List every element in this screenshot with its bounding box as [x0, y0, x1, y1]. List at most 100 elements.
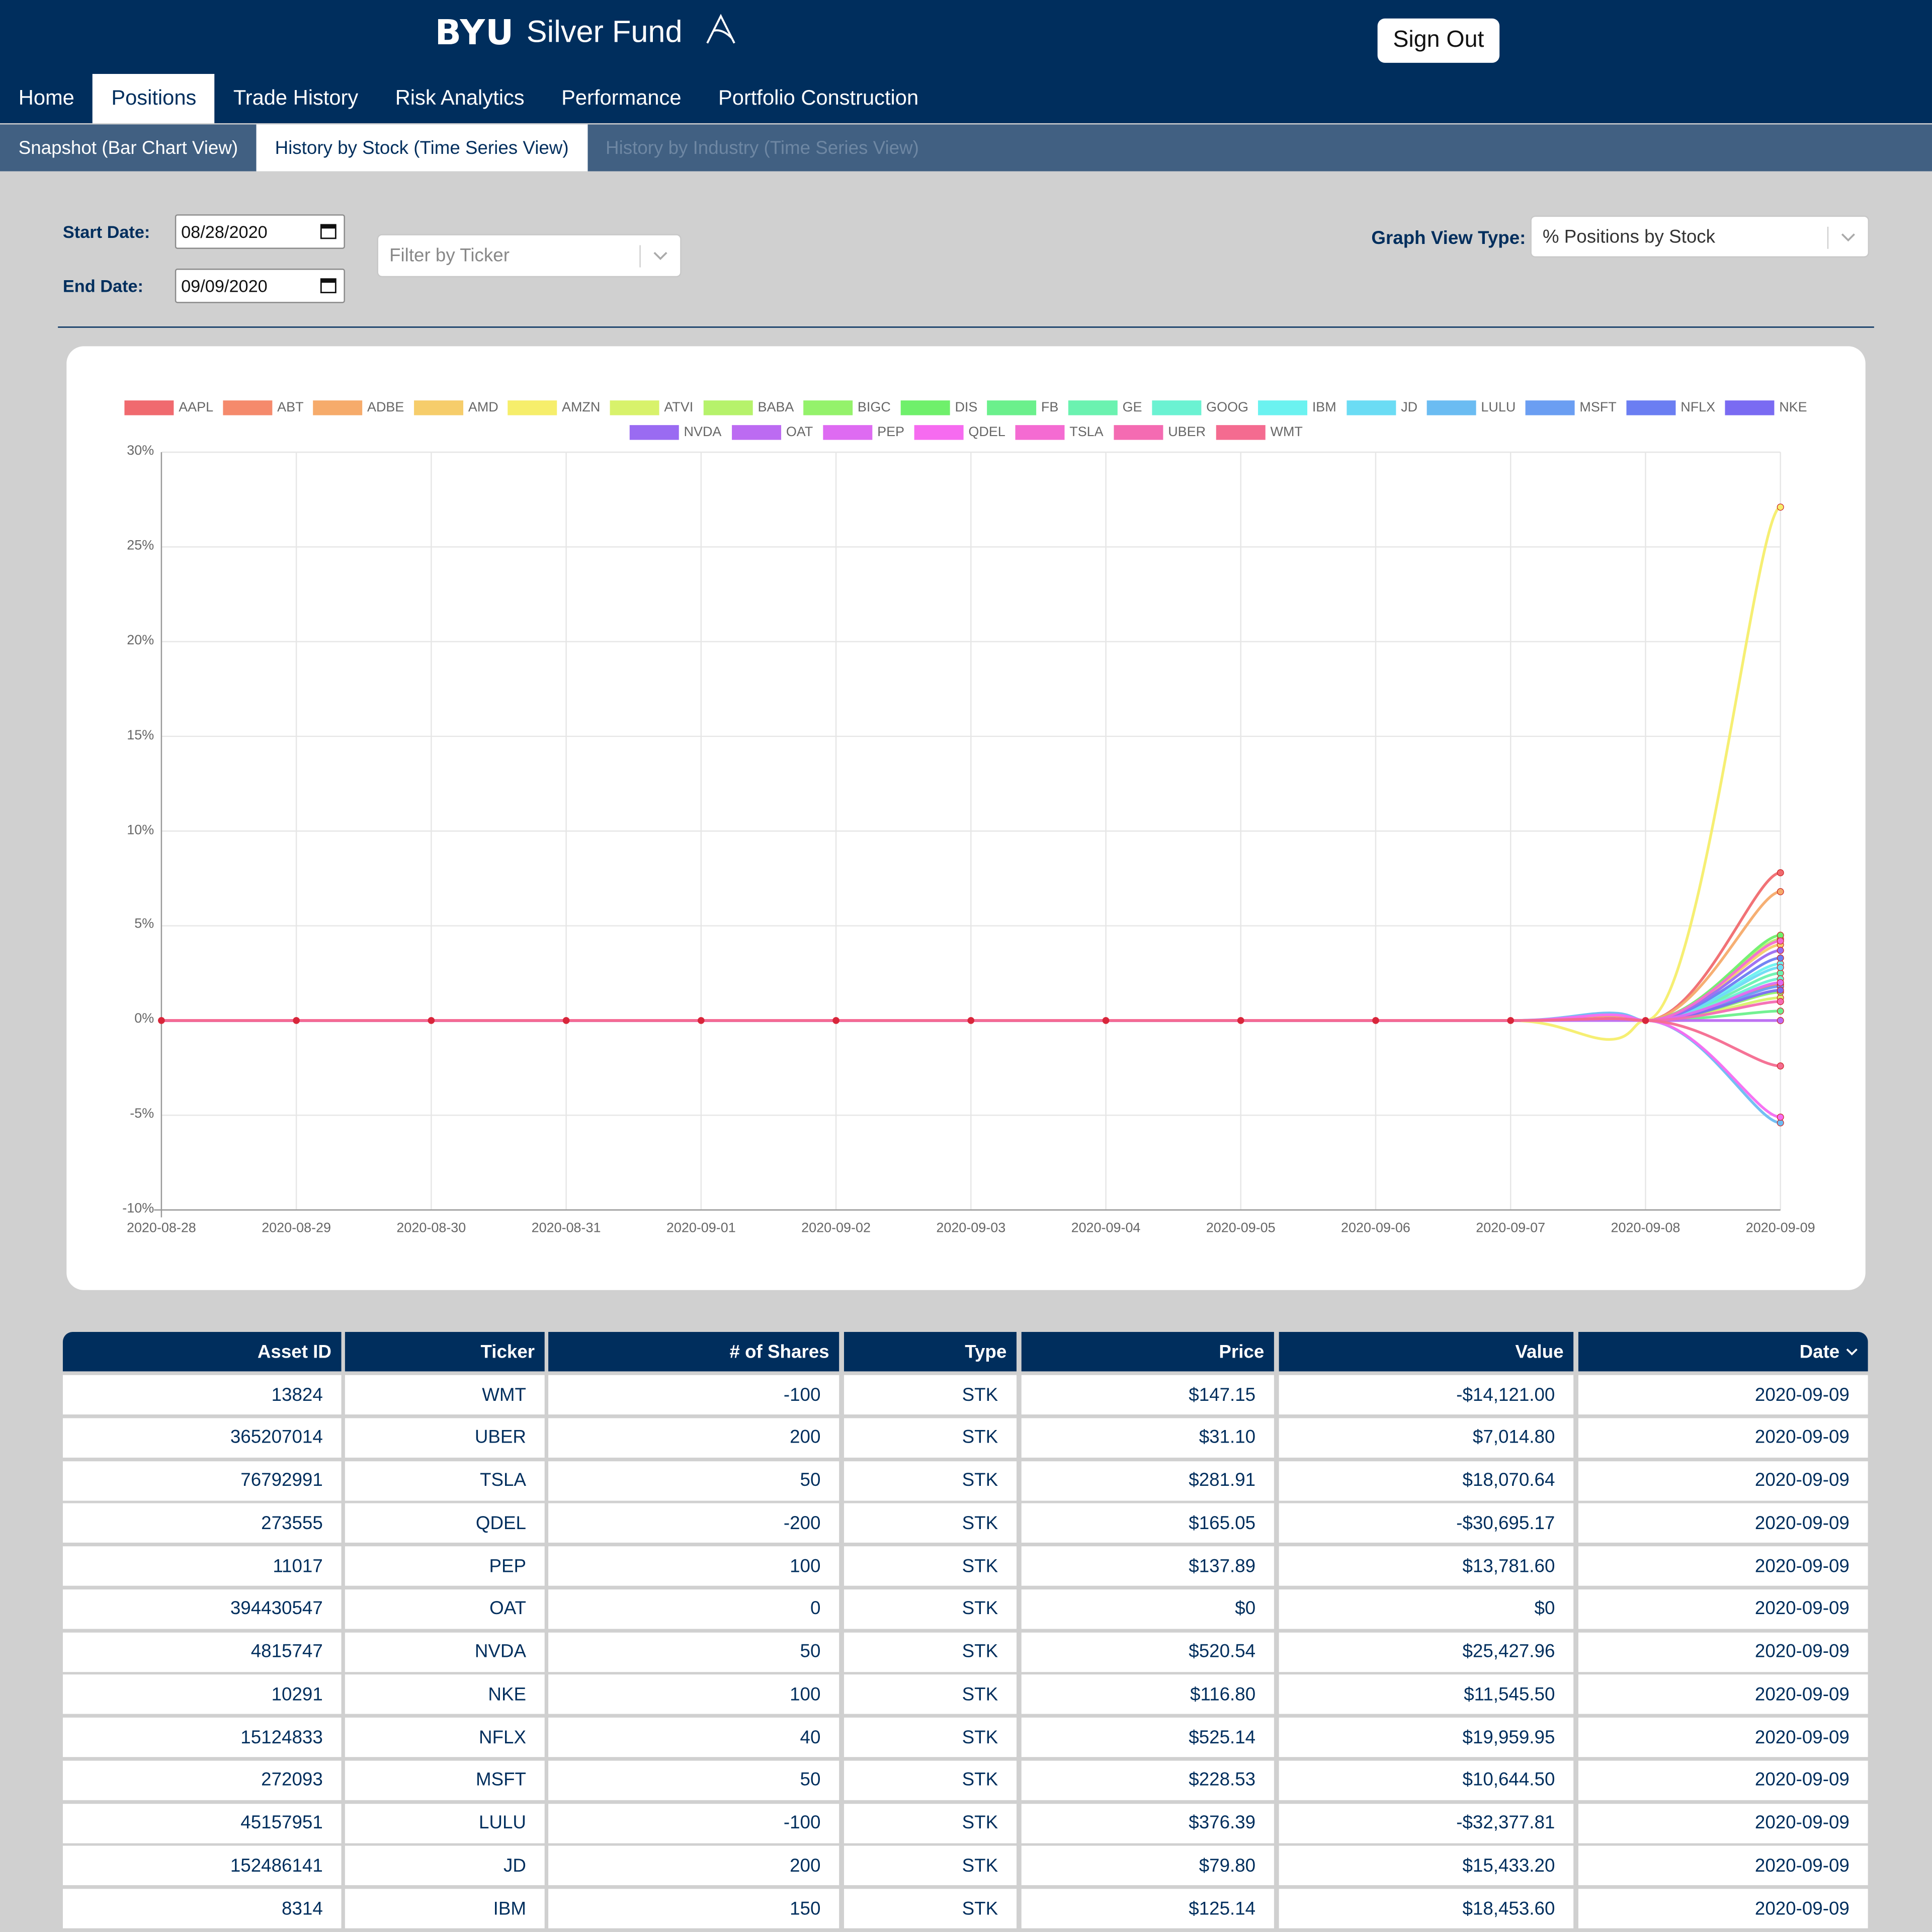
table-cell: -$14,121.00	[1279, 1375, 1574, 1415]
table-cell: 10291	[62, 1674, 342, 1715]
table-cell: 45157951	[62, 1803, 342, 1843]
section-divider	[58, 326, 1874, 328]
data-point	[1372, 1017, 1379, 1024]
series-point-uber	[1777, 998, 1784, 1005]
data-point	[697, 1017, 705, 1024]
series-point-nvda	[1777, 947, 1784, 954]
series-point-jd	[1777, 964, 1784, 971]
table-cell: 394430547	[62, 1589, 342, 1629]
table-cell: $13,781.60	[1279, 1546, 1574, 1586]
table-cell: 0	[548, 1589, 839, 1629]
column-header-asset-id[interactable]: Asset ID	[62, 1332, 342, 1372]
data-point	[1642, 1017, 1649, 1024]
fund-logo-icon	[705, 14, 737, 52]
table-cell: STK	[844, 1546, 1017, 1586]
table-cell: 100	[548, 1674, 839, 1715]
table-cell: $0	[1021, 1589, 1274, 1629]
column-header-of-shares[interactable]: # of Shares	[548, 1332, 839, 1372]
graph-view-select[interactable]: % Positions by Stock	[1530, 215, 1870, 258]
subtab-history-by-industry[interactable]: History by Industry (Time Series View)	[587, 124, 937, 171]
table-cell: STK	[844, 1803, 1017, 1843]
column-header-price[interactable]: Price	[1021, 1332, 1274, 1372]
subtab-snapshot[interactable]: Snapshot (Bar Chart View)	[0, 124, 257, 171]
series-point-amzn	[1777, 503, 1784, 511]
table-cell: LULU	[345, 1803, 545, 1843]
table-cell: $520.54	[1021, 1632, 1274, 1671]
start-date-input[interactable]: 08/28/2020	[175, 214, 345, 249]
data-point	[293, 1017, 300, 1024]
nav-tab-positions[interactable]: Positions	[93, 73, 215, 123]
select-separator	[1827, 226, 1829, 249]
calendar-icon[interactable]	[320, 223, 337, 239]
table-cell: -100	[548, 1803, 839, 1843]
ticker-filter-select[interactable]: Filter by Ticker	[377, 234, 682, 278]
table-cell: 2020-09-09	[1578, 1417, 1868, 1458]
data-point	[832, 1017, 839, 1024]
table-cell: STK	[844, 1717, 1017, 1757]
table-cell: STK	[844, 1632, 1017, 1671]
table-cell: MSFT	[345, 1760, 545, 1800]
table-cell: JD	[345, 1846, 545, 1886]
data-point	[158, 1017, 165, 1024]
table-cell: 2020-09-09	[1578, 1375, 1868, 1415]
table-cell: 2020-09-09	[1578, 1760, 1868, 1800]
line-chart[interactable]	[66, 346, 1865, 1290]
table-cell: $18,453.60	[1279, 1889, 1574, 1928]
calendar-icon[interactable]	[320, 277, 337, 294]
nav-tab-performance[interactable]: Performance	[543, 74, 700, 123]
series-point-fb	[1777, 1007, 1784, 1015]
column-header-label: # of Shares	[729, 1341, 829, 1363]
nav-tab-portfolio-construction[interactable]: Portfolio Construction	[700, 74, 937, 123]
table-cell: $15,433.20	[1279, 1846, 1574, 1886]
nav-tab-risk-analytics[interactable]: Risk Analytics	[377, 74, 543, 123]
column-header-label: Asset ID	[257, 1341, 331, 1363]
end-date-input[interactable]: 09/09/2020	[175, 269, 345, 303]
table-cell: $19,959.95	[1279, 1717, 1574, 1757]
column-header-label: Price	[1219, 1341, 1265, 1363]
brand-title: Silver Fund	[526, 15, 683, 49]
nav-tab-home[interactable]: Home	[0, 74, 93, 123]
chevron-down-icon[interactable]	[653, 249, 667, 261]
column-header-type[interactable]: Type	[844, 1332, 1017, 1372]
table-cell: STK	[844, 1889, 1017, 1928]
table-cell: NVDA	[345, 1632, 545, 1671]
series-point-tsla	[1777, 937, 1784, 945]
table-cell: $18,070.64	[1279, 1461, 1574, 1500]
table-cell: OAT	[345, 1589, 545, 1629]
graph-view-label: Graph View Type:	[1371, 228, 1526, 249]
subtab-history-by-stock[interactable]: History by Stock (Time Series View)	[256, 124, 587, 172]
table-cell: 2020-09-09	[1578, 1717, 1868, 1757]
table-cell: $137.89	[1021, 1546, 1274, 1586]
series-point-wmt	[1777, 1062, 1784, 1070]
table-cell: $228.53	[1021, 1760, 1274, 1800]
table-cell: STK	[844, 1417, 1017, 1458]
table-cell: 152486141	[62, 1846, 342, 1886]
table-cell: STK	[844, 1846, 1017, 1886]
table-cell: 365207014	[62, 1417, 342, 1458]
table-cell: 15124833	[62, 1717, 342, 1757]
column-header-ticker[interactable]: Ticker	[345, 1332, 545, 1372]
nav-tab-trade-history[interactable]: Trade History	[215, 74, 377, 123]
chevron-down-icon[interactable]	[1841, 230, 1856, 242]
table-cell: STK	[844, 1503, 1017, 1543]
table-cell: STK	[844, 1461, 1017, 1500]
table-cell: 8314	[62, 1889, 342, 1928]
series-point-pep	[1777, 979, 1784, 986]
table-cell: STK	[844, 1760, 1017, 1800]
column-header-value[interactable]: Value	[1279, 1332, 1574, 1372]
column-header-date[interactable]: Date	[1578, 1332, 1868, 1372]
table-cell: -200	[548, 1503, 839, 1543]
brand[interactable]: BYU Silver Fund	[435, 12, 737, 53]
data-point	[1507, 1017, 1515, 1024]
table-cell: $376.39	[1021, 1803, 1274, 1843]
table-cell: $147.15	[1021, 1375, 1274, 1415]
column-header-label: Type	[965, 1341, 1007, 1363]
sub-nav: Snapshot (Bar Chart View) History by Sto…	[0, 124, 1932, 172]
table-cell: $10,644.50	[1279, 1760, 1574, 1800]
table-cell: PEP	[345, 1546, 545, 1586]
sign-out-button[interactable]: Sign Out	[1377, 18, 1500, 63]
table-cell: $116.80	[1021, 1674, 1274, 1715]
data-point	[1237, 1017, 1244, 1024]
table-cell: $25,427.96	[1279, 1632, 1574, 1671]
series-point-aapl	[1777, 869, 1784, 877]
